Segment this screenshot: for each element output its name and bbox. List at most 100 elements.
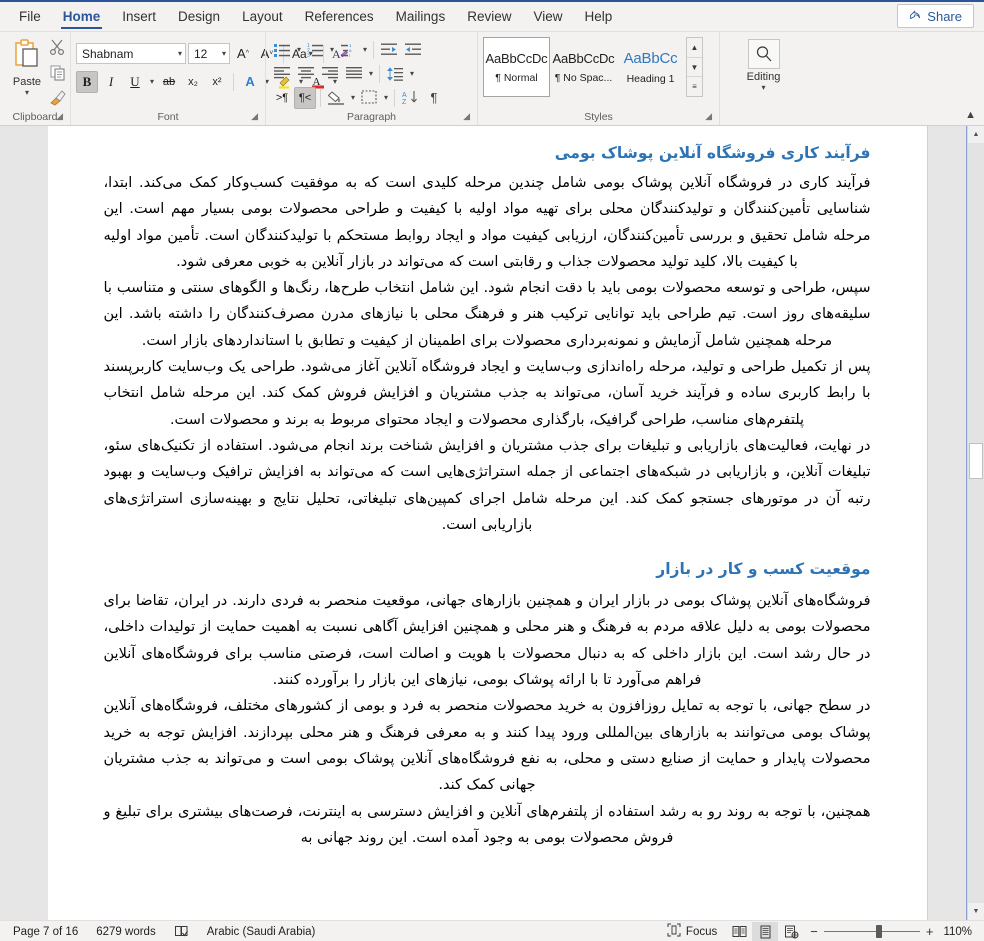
paragraph: فروشگاه‌های آنلاین پوشاک بومی در بازار ا… (103, 593, 871, 689)
tab-view[interactable]: View (522, 6, 573, 31)
web-layout-icon[interactable] (778, 922, 804, 941)
clipboard-icon (12, 38, 42, 75)
scrollbar-thumb[interactable] (969, 443, 983, 479)
zoom-slider[interactable]: − + (804, 924, 939, 939)
ltr-text-direction-icon[interactable]: >¶ (271, 87, 293, 109)
focus-mode-button[interactable]: Focus (658, 923, 726, 940)
paste-button[interactable]: Paste ▾ (5, 35, 49, 97)
tab-references[interactable]: References (294, 6, 385, 31)
styles-more-icon[interactable]: ≡ (687, 76, 702, 96)
ribbon-group-styles: AaBbCcDc ¶ Normal AaBbCcDc ¶ No Spac... … (477, 32, 719, 125)
vertical-scrollbar[interactable]: ▲ ▼ (967, 126, 984, 920)
collapse-ribbon-icon[interactable]: ▲ (965, 109, 976, 121)
editing-button[interactable]: Editing ▾ (733, 35, 795, 92)
clipboard-group-label: Clipboard ◢ (5, 110, 65, 125)
justify-icon[interactable] (343, 63, 366, 85)
superscript-button[interactable]: x² (206, 71, 228, 93)
increase-indent-icon[interactable] (402, 39, 425, 61)
font-size-chevron-down-icon[interactable]: ▾ (222, 49, 226, 58)
scroll-down-icon[interactable]: ▼ (968, 903, 984, 920)
tab-design[interactable]: Design (167, 6, 231, 31)
subscript-button[interactable]: x₂ (182, 71, 204, 93)
language-status[interactable]: Arabic (Saudi Arabia) (198, 926, 325, 938)
style-item-no-spacing[interactable]: AaBbCcDc ¶ No Spac... (550, 37, 617, 97)
styles-scroll-down-icon[interactable]: ▼ (687, 56, 702, 77)
zoom-out-button[interactable]: − (810, 924, 818, 939)
font-dialog-launcher[interactable]: ◢ (251, 109, 258, 124)
style-item-heading-1[interactable]: AaBbCc Heading 1 (617, 37, 684, 97)
proofing-errors-icon[interactable] (165, 925, 198, 939)
align-right-icon[interactable] (319, 63, 342, 85)
line-spacing-chevron-down-icon[interactable]: ▾ (408, 69, 416, 78)
font-body: Shabnam ▾ 12 ▾ A ^ A ˅ Aa ▾ A B I U ▾ ab… (76, 35, 348, 110)
borders-icon[interactable] (358, 87, 381, 109)
font-name-combobox[interactable]: Shabnam ▾ (76, 43, 186, 64)
borders-chevron-down-icon[interactable]: ▾ (382, 93, 390, 102)
tab-help[interactable]: Help (574, 6, 624, 31)
bold-button[interactable]: B (76, 70, 98, 93)
style-preview-no-spacing: AaBbCcDc (552, 50, 615, 66)
styles-scroll-up-icon[interactable]: ▲ (687, 38, 702, 57)
grow-font-icon[interactable]: A ^ (232, 43, 254, 65)
document-page[interactable]: فرآیند کاری فروشگاه آنلاین پوشاک بومی فر… (47, 126, 928, 920)
style-item-normal[interactable]: AaBbCcDc ¶ Normal (483, 37, 550, 97)
tab-review[interactable]: Review (456, 6, 522, 31)
font-name-chevron-down-icon[interactable]: ▾ (178, 49, 182, 58)
zoom-in-button[interactable]: + (926, 924, 934, 939)
svg-text:A: A (402, 92, 407, 99)
numbered-list-icon[interactable]: 1 2 3 (304, 39, 327, 61)
paragraph: فرآیند کاری در فروشگاه آنلاین پوشاک بومی… (103, 175, 871, 270)
bullets-chevron-down-icon[interactable]: ▾ (295, 45, 303, 54)
text-effects-button[interactable]: A (239, 71, 261, 93)
tab-mailings[interactable]: Mailings (385, 6, 457, 31)
svg-text:3: 3 (307, 53, 310, 57)
word-count-status[interactable]: 6279 words (87, 926, 164, 938)
page-number-status[interactable]: Page 7 of 16 (4, 926, 87, 938)
zoom-level-label[interactable]: 110% (939, 926, 980, 938)
share-button[interactable]: Share (897, 4, 974, 28)
scroll-up-icon[interactable]: ▲ (968, 126, 984, 143)
paragraph: در سطح جهانی، با توجه به تمایل روزافزون … (103, 698, 871, 794)
tab-insert[interactable]: Insert (111, 6, 167, 31)
italic-button[interactable]: I (100, 71, 122, 93)
clipboard-group-label-text: Clipboard (12, 111, 58, 123)
zoom-track[interactable] (823, 925, 920, 938)
paste-chevron-down-icon[interactable]: ▾ (25, 88, 29, 97)
styles-dialog-launcher[interactable]: ◢ (705, 109, 712, 124)
copy-icon[interactable] (49, 64, 67, 86)
multilevel-list-icon[interactable]: 1 a i (337, 39, 360, 61)
zoom-thumb[interactable] (875, 925, 882, 938)
strikethrough-button[interactable]: ab (158, 71, 180, 93)
align-center-icon[interactable] (295, 63, 318, 85)
numbering-chevron-down-icon[interactable]: ▾ (328, 45, 336, 54)
paragraph-dialog-launcher[interactable]: ◢ (463, 109, 470, 124)
underline-button[interactable]: U (124, 71, 146, 93)
scrollbar-track[interactable] (968, 143, 984, 903)
decrease-indent-icon[interactable] (378, 39, 401, 61)
shading-chevron-down-icon[interactable]: ▾ (349, 93, 357, 102)
tab-home[interactable]: Home (52, 6, 112, 31)
multilevel-chevron-down-icon[interactable]: ▾ (361, 45, 369, 54)
clipboard-dialog-launcher[interactable]: ◢ (56, 109, 63, 124)
bullet-list-icon[interactable] (271, 39, 294, 61)
scissors-icon[interactable] (49, 39, 67, 61)
style-preview-heading-1: AaBbCc (623, 49, 678, 67)
font-group-label: Font ◢ (76, 110, 260, 125)
underline-chevron-down-icon[interactable]: ▾ (148, 77, 156, 86)
print-layout-icon[interactable] (752, 921, 779, 941)
tab-file[interactable]: File (8, 6, 52, 31)
sort-icon[interactable]: A Z (399, 87, 422, 109)
font-group-label-text: Font (157, 111, 179, 123)
paintbrush-icon[interactable] (49, 89, 67, 111)
align-left-icon[interactable] (271, 63, 294, 85)
font-size-combobox[interactable]: 12 ▾ (188, 43, 230, 64)
read-mode-icon[interactable] (726, 922, 752, 941)
line-spacing-icon[interactable] (384, 63, 407, 85)
justify-chevron-down-icon[interactable]: ▾ (367, 69, 375, 78)
editing-chevron-down-icon[interactable]: ▾ (761, 83, 765, 92)
rtl-text-direction-icon[interactable]: ¶< (294, 86, 316, 109)
tab-layout[interactable]: Layout (231, 6, 294, 31)
font-separator-3 (233, 72, 235, 91)
show-paragraph-marks-icon[interactable]: ¶ (423, 87, 445, 109)
shading-icon[interactable] (325, 87, 348, 109)
